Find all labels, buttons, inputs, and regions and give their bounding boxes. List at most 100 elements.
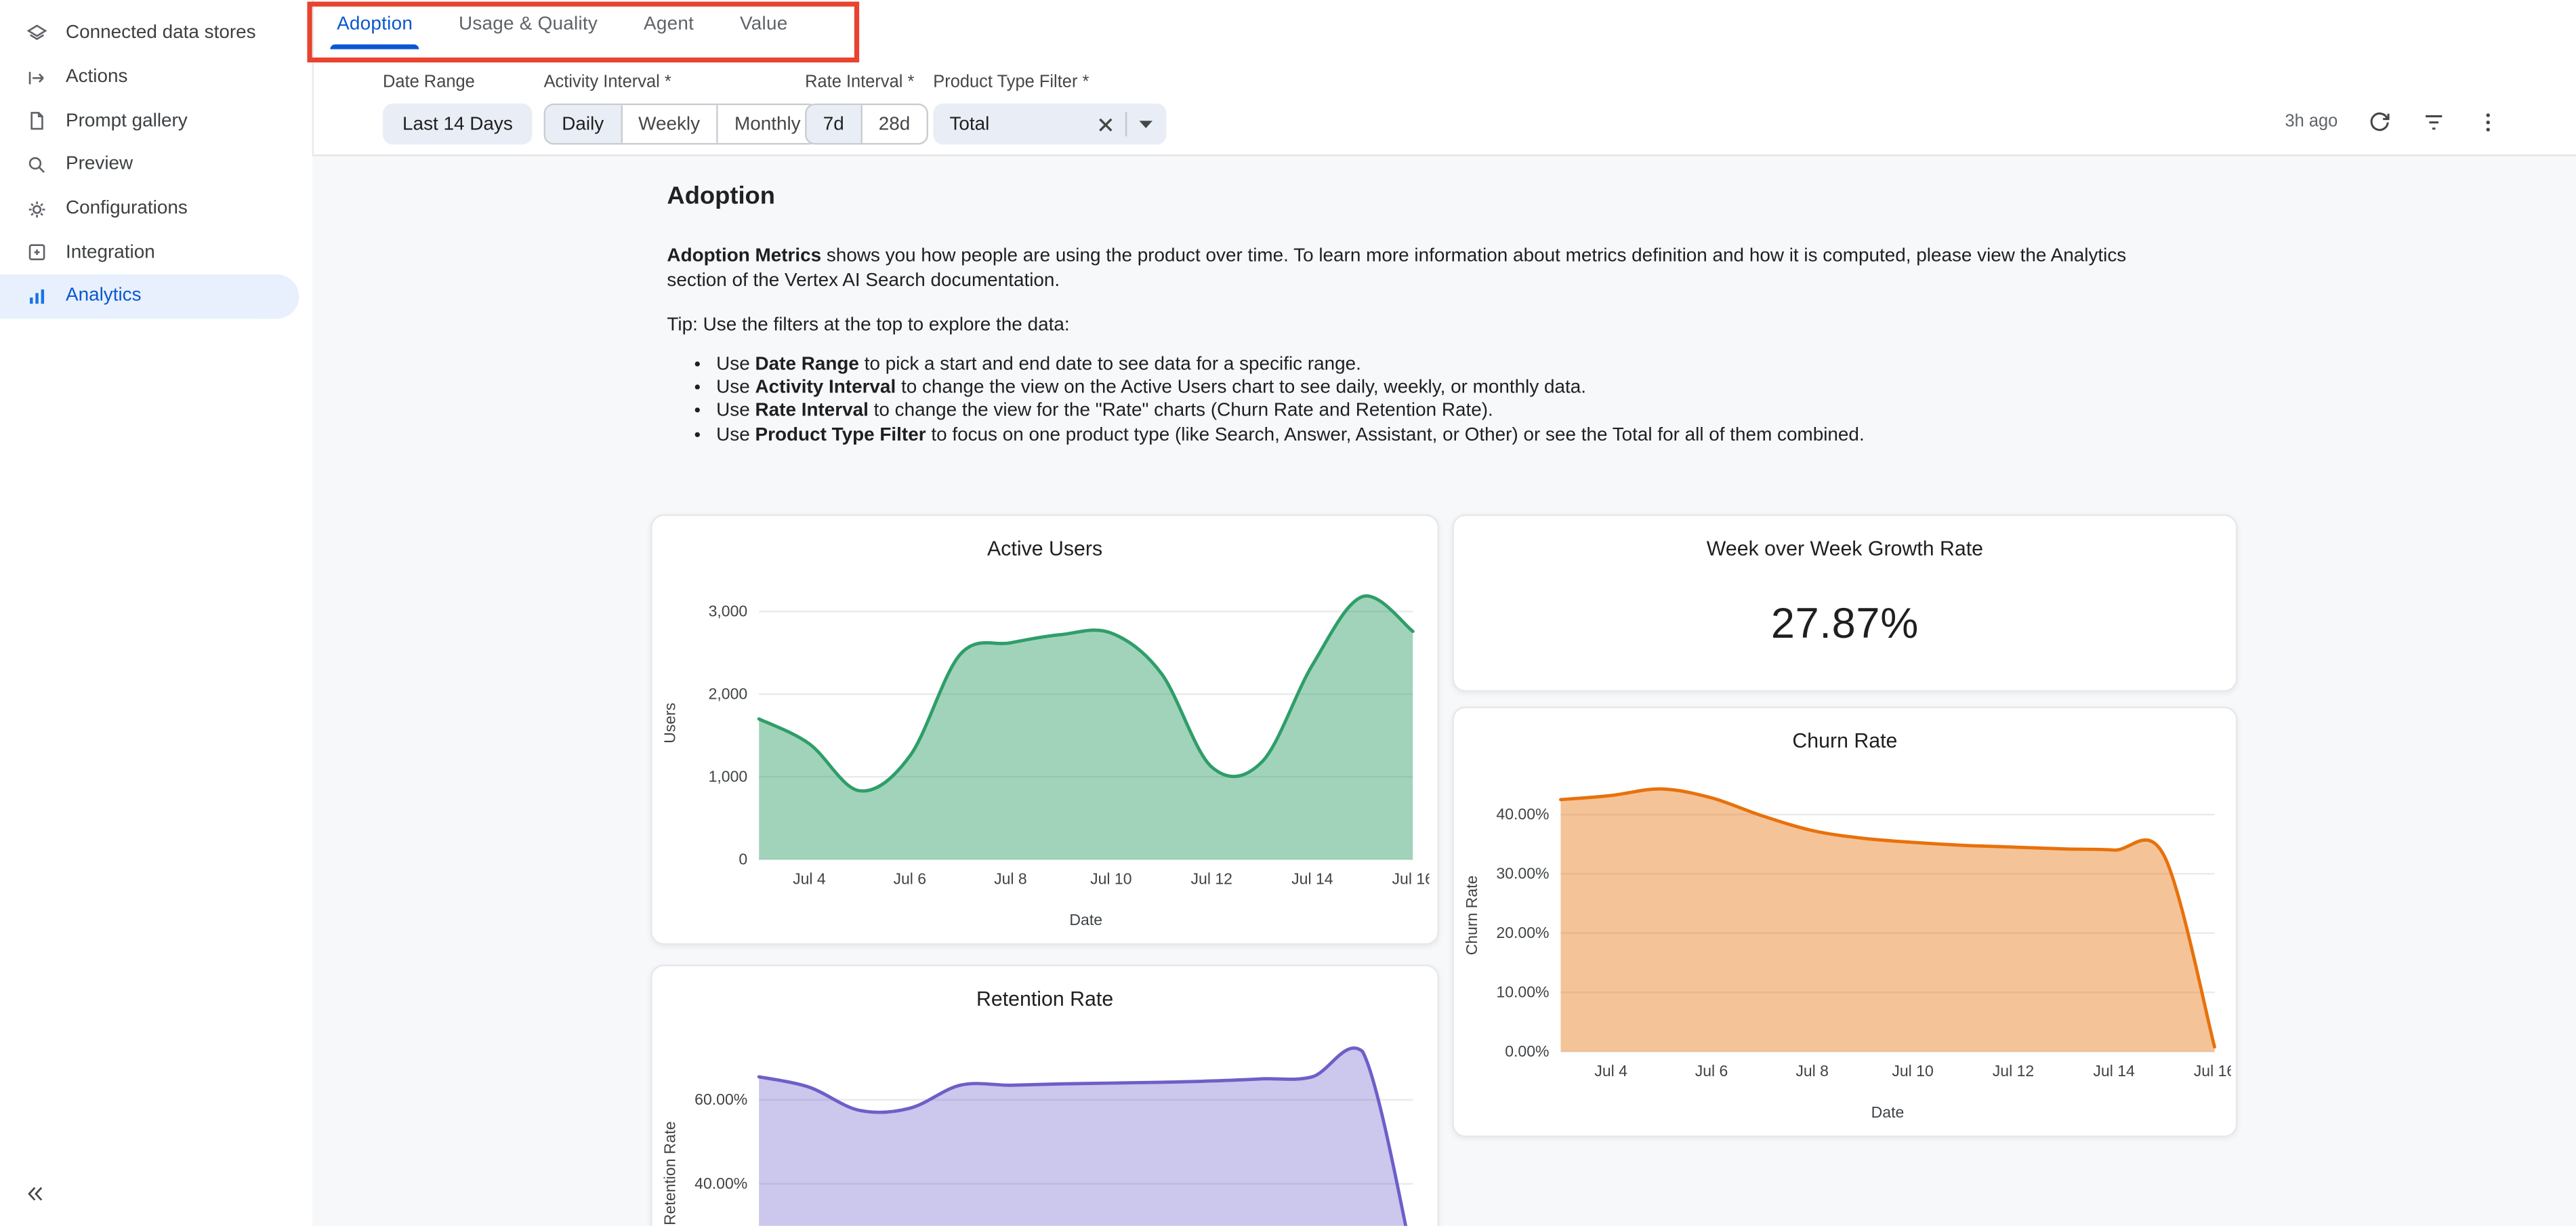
- preview-icon: [24, 153, 47, 176]
- sidebar-item-integration[interactable]: Integration: [0, 231, 312, 275]
- date-range-button[interactable]: Last 14 Days: [383, 104, 533, 145]
- tips-list: Use Date Range to pick a start and end d…: [716, 353, 2185, 447]
- svg-text:Jul 16: Jul 16: [2194, 1062, 2231, 1080]
- more-vert-icon[interactable]: [2474, 108, 2501, 135]
- date-range-filter: Date Range Last 14 Days: [383, 73, 533, 145]
- sidebar-item-connected-data-stores[interactable]: Connected data stores: [0, 12, 312, 56]
- data-stores-icon: [24, 22, 47, 45]
- product-type-value: Total: [949, 115, 1097, 134]
- svg-text:Jul 14: Jul 14: [2093, 1062, 2135, 1080]
- tab-usage-quality[interactable]: Usage & Quality: [436, 0, 621, 49]
- filter-icon[interactable]: [2420, 108, 2447, 135]
- svg-text:Retention Rate: Retention Rate: [661, 1121, 679, 1225]
- chevron-double-left-icon: [23, 1181, 47, 1214]
- tip-text: Tip: Use the filters at the top to explo…: [667, 314, 2184, 338]
- chart-title-active-users: Active Users: [652, 516, 1438, 560]
- sidebar-item-label: Connected data stores: [66, 24, 256, 43]
- list-item: Use Date Range to pick a start and end d…: [716, 353, 2185, 377]
- sidebar-item-label: Integration: [66, 243, 155, 262]
- tab-bar: Adoption Usage & Quality Agent Value: [314, 0, 2576, 49]
- rate-interval-filter: Rate Interval * 7d 28d: [805, 73, 928, 145]
- svg-text:Jul 8: Jul 8: [994, 870, 1027, 887]
- prompt-gallery-icon: [24, 110, 47, 133]
- svg-text:Jul 4: Jul 4: [793, 870, 826, 887]
- chevron-down-icon[interactable]: [1138, 119, 1153, 129]
- active-users-card: Active Users 01,0002,0003,000Jul 4Jul 6J…: [650, 514, 1439, 945]
- actions-icon: [24, 66, 47, 89]
- chart-title-retention-rate: Retention Rate: [652, 966, 1438, 1010]
- filter-toolbar: 3h ago: [2285, 108, 2500, 135]
- activity-interval-daily[interactable]: Daily: [545, 105, 620, 143]
- activity-interval-toggle: Daily Weekly Monthly: [544, 104, 819, 145]
- svg-text:Jul 10: Jul 10: [1090, 870, 1131, 887]
- sidebar: Connected data stores Actions Prompt gal…: [0, 0, 312, 1226]
- filter-bar: Date Range Last 14 Days Activity Interva…: [312, 49, 2576, 157]
- list-item: Use Rate Interval to change the view for…: [716, 400, 2185, 424]
- tab-value[interactable]: Value: [717, 0, 810, 49]
- svg-text:Jul 4: Jul 4: [1594, 1062, 1627, 1080]
- sidebar-item-configurations[interactable]: Configurations: [0, 187, 312, 231]
- activity-interval-weekly[interactable]: Weekly: [620, 105, 716, 143]
- main-content: Adoption Adoption Metrics shows you how …: [312, 156, 2576, 1225]
- sidebar-item-label: Configurations: [66, 199, 188, 219]
- configurations-icon: [24, 197, 47, 220]
- clear-icon[interactable]: [1098, 116, 1114, 132]
- rate-interval-7d[interactable]: 7d: [807, 105, 861, 143]
- svg-text:60.00%: 60.00%: [694, 1090, 747, 1108]
- svg-text:10.00%: 10.00%: [1496, 983, 1549, 1001]
- tab-agent[interactable]: Agent: [621, 0, 717, 49]
- date-range-label: Date Range: [383, 73, 533, 92]
- activity-interval-monthly[interactable]: Monthly: [716, 105, 817, 143]
- svg-text:Jul 10: Jul 10: [1892, 1062, 1933, 1080]
- svg-text:1,000: 1,000: [709, 767, 748, 785]
- svg-text:Churn Rate: Churn Rate: [1463, 876, 1480, 956]
- svg-text:Jul 16: Jul 16: [1392, 870, 1430, 887]
- retention-rate-card: Retention Rate 20.00%40.00%60.00%Jul 4Ju…: [650, 964, 1439, 1226]
- sidebar-item-analytics[interactable]: Analytics: [0, 274, 299, 319]
- svg-text:20.00%: 20.00%: [1496, 924, 1549, 941]
- svg-text:0: 0: [739, 850, 747, 867]
- tab-adoption[interactable]: Adoption: [314, 0, 436, 49]
- sidebar-item-label: Preview: [66, 155, 133, 175]
- rate-interval-toggle: 7d 28d: [805, 104, 928, 145]
- svg-text:Date: Date: [1871, 1103, 1905, 1121]
- intro-paragraph: Adoption Metrics shows you how people ar…: [667, 245, 2184, 293]
- collapse-sidebar-button[interactable]: [23, 1183, 53, 1213]
- svg-text:40.00%: 40.00%: [1496, 805, 1549, 823]
- sidebar-item-actions[interactable]: Actions: [0, 56, 312, 100]
- sidebar-item-preview[interactable]: Preview: [0, 143, 312, 187]
- svg-text:Users: Users: [661, 703, 679, 743]
- rate-interval-28d[interactable]: 28d: [860, 105, 926, 143]
- churn-rate-card: Churn Rate 0.00%10.00%20.00%30.00%40.00%…: [1452, 707, 2237, 1137]
- product-type-select[interactable]: Total: [933, 104, 1166, 145]
- chart-title-churn-rate: Churn Rate: [1454, 708, 2236, 752]
- svg-text:Jul 6: Jul 6: [893, 870, 926, 887]
- list-item: Use Product Type Filter to focus on one …: [716, 424, 2185, 447]
- svg-text:Jul 6: Jul 6: [1695, 1062, 1728, 1080]
- retention-rate-chart: 20.00%40.00%60.00%Jul 4Jul 6Jul 8Jul 10J…: [657, 1017, 1438, 1226]
- refresh-icon[interactable]: [2366, 108, 2392, 135]
- sidebar-item-label: Analytics: [66, 287, 142, 306]
- svg-text:30.00%: 30.00%: [1496, 864, 1549, 882]
- rate-interval-label: Rate Interval *: [805, 73, 928, 92]
- svg-text:Jul 8: Jul 8: [1795, 1062, 1829, 1080]
- analytics-icon: [24, 285, 47, 308]
- screen: Connected data stores Actions Prompt gal…: [0, 0, 2576, 1226]
- svg-text:Jul 14: Jul 14: [1291, 870, 1333, 887]
- growth-rate-value: 27.87%: [1454, 598, 2236, 649]
- list-item: Use Activity Interval to change the view…: [716, 376, 2185, 400]
- vertex-analytics-app: Connected data stores Actions Prompt gal…: [0, 0, 2576, 1226]
- intro-text-block: Adoption Adoption Metrics shows you how …: [667, 182, 2184, 447]
- svg-text:Jul 12: Jul 12: [1993, 1062, 2034, 1080]
- select-divider: [1125, 112, 1127, 136]
- product-type-filter: Product Type Filter * Total: [933, 73, 1166, 145]
- product-type-label: Product Type Filter *: [933, 73, 1166, 92]
- active-users-chart: 01,0002,0003,000Jul 4Jul 6Jul 8Jul 10Jul…: [657, 567, 1438, 940]
- svg-text:3,000: 3,000: [709, 602, 748, 620]
- integration-icon: [24, 241, 47, 264]
- activity-interval-label: Activity Interval *: [544, 73, 819, 92]
- sidebar-item-label: Prompt gallery: [66, 111, 188, 131]
- sidebar-item-prompt-gallery[interactable]: Prompt gallery: [0, 99, 312, 143]
- growth-rate-title: Week over Week Growth Rate: [1454, 516, 2236, 560]
- last-refresh-text: 3h ago: [2285, 112, 2338, 131]
